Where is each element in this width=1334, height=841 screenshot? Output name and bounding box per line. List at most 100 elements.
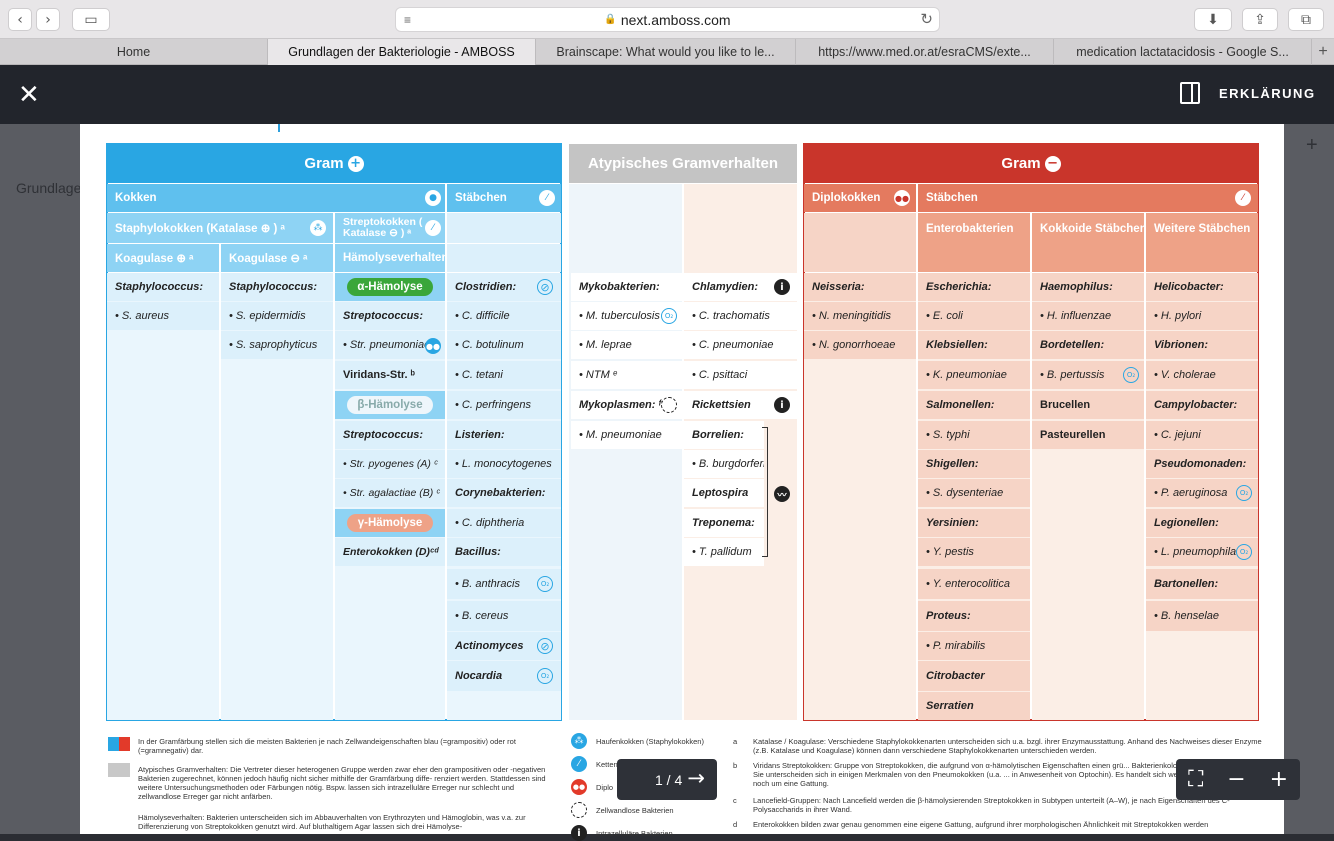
beta-haemolysis-pill: β-Hämolyse	[347, 396, 433, 414]
borrelien: Borrelien:	[684, 421, 764, 449]
shigellen: Shigellen:	[918, 450, 1030, 478]
gram-positive-title: Gram +	[107, 144, 561, 183]
tab-med-or[interactable]: https://www.med.or.at/esraCMS/exte...	[796, 39, 1054, 65]
c-trachomatis: • C. trachomatis	[684, 302, 797, 330]
fullscreen-icon[interactable]: ⛶	[1188, 767, 1203, 792]
staph-genus-2: Staphylococcus:	[221, 273, 333, 301]
next-page-arrow-icon[interactable]: →	[687, 766, 705, 790]
tab-amboss[interactable]: Grundlagen der Bakteriologie - AMBOSS	[268, 39, 536, 65]
strep-beta-genus: Streptococcus:	[335, 421, 445, 449]
leptospira: Leptospira	[684, 479, 764, 507]
erklaerung-button[interactable]: ERKLÄRUNG	[1219, 86, 1316, 101]
aerobic-icon: O₂	[1236, 485, 1252, 501]
tab-bar: Home Grundlagen der Bakteriologie - AMBO…	[0, 39, 1334, 65]
intracellular-icon: i	[571, 825, 587, 841]
s-saprophyticus: • S. saprophyticus	[221, 331, 333, 359]
legend-icon-haufenkokken: Haufenkokken (Staphylokokken)	[596, 737, 704, 746]
vibrionen: Vibrionen:	[1146, 331, 1258, 359]
tab-google[interactable]: medication lactatacidosis - Google S...	[1054, 39, 1312, 65]
legend-icon-zellwandlos: Zellwandlose Bakterien	[596, 806, 674, 815]
coccus-icon: ●	[425, 190, 441, 206]
enterobakterien-label: Enterobakterien	[926, 223, 1014, 235]
y-pestis: • Y. pestis	[918, 538, 1030, 566]
viewer-header	[0, 65, 1334, 124]
forward-button[interactable]: ›	[36, 8, 60, 31]
gram-negative-label: Gram	[1001, 155, 1041, 172]
enterobakterien-header: Enterobakterien	[918, 213, 1030, 272]
note-a: Katalase / Koagulase: Verschiedene Staph…	[753, 737, 1262, 755]
spirochete-icon: 〰	[774, 486, 790, 502]
alpha-haemolysis-pill: α-Hämolyse	[347, 278, 433, 296]
klebsiellen: Klebsiellen:	[918, 331, 1030, 359]
tab-home[interactable]: Home	[0, 39, 268, 65]
s-dysenteriae: • S. dysenteriae	[918, 479, 1030, 507]
citrobacter: Citrobacter	[918, 661, 1030, 691]
gn-rods-header: Stäbchen	[918, 184, 1258, 212]
koagulase-pos-header: Koagulase ⊕ ᵃ	[107, 244, 219, 272]
background-title: Grundlage	[16, 180, 82, 196]
address-bar[interactable]: ≡ 🔒 next.amboss.com ↻	[395, 7, 940, 32]
diplococcus-icon: ●●	[571, 779, 587, 795]
aerobic-icon: O₂	[1123, 367, 1139, 383]
intracellular-icon: i	[774, 279, 790, 295]
scroll-marker	[278, 124, 280, 132]
legend-atyp-text: Atypisches Gramverhalten: Die Vertreter …	[138, 765, 546, 801]
plus-circle-icon: +	[347, 155, 364, 172]
weitere-label: Weitere Stäbchen	[1154, 223, 1251, 235]
spirochete-bracket	[762, 427, 768, 557]
zoom-out-icon[interactable]: −	[1227, 767, 1245, 792]
bacillus: Bacillus:	[447, 538, 561, 566]
reload-icon[interactable]: ↻	[920, 10, 933, 28]
rod-icon: ⁄	[1235, 190, 1251, 206]
tabs-overview-icon[interactable]: ⧉	[1288, 8, 1324, 31]
v-cholerae: • V. cholerae	[1146, 361, 1258, 389]
enterokokken: Enterokokken (D)ᶜᵈ	[335, 538, 445, 566]
c-jejuni: • C. jejuni	[1146, 421, 1258, 449]
explanation-panel-icon[interactable]	[1180, 82, 1200, 104]
t-pallidum: • T. pallidum	[684, 538, 764, 566]
l-monocytogenes: • L. monocytogenes	[447, 450, 561, 478]
aerobic-icon: O₂	[537, 576, 553, 592]
minus-circle-icon: −	[1044, 155, 1061, 172]
legend-haem-text: Hämolyseverhalten: Bakterien unterscheid…	[138, 813, 526, 831]
s-epidermidis: • S. epidermidis	[221, 302, 333, 330]
haemolysis-header: Hämolyseverhalten	[335, 244, 445, 272]
b-henselae: • B. henselae	[1146, 601, 1258, 631]
corynebakterien: Corynebakterien:	[447, 479, 561, 507]
serratien: Serratien	[918, 692, 1030, 720]
kokken-header: Kokken	[107, 184, 445, 212]
download-icon[interactable]: ⬇	[1194, 8, 1232, 31]
tab-brainscape[interactable]: Brainscape: What would you like to le...	[536, 39, 796, 65]
e-coli: • E. coli	[918, 302, 1030, 330]
listerien: Listerien:	[447, 421, 561, 449]
new-tab-button[interactable]: +	[1312, 39, 1334, 64]
n-gonorrhoeae: • N. gonorrhoeae	[804, 331, 916, 359]
n-meningitidis: • N. meningitidis	[804, 302, 916, 330]
anaerobic-icon: ⊘	[537, 279, 553, 295]
koagulase-neg-header: Koagulase ⊖ ᵃ	[221, 244, 333, 272]
reader-icon[interactable]: ≡	[404, 13, 411, 27]
staph-genus-1: Staphylococcus:	[107, 273, 219, 301]
zoom-in-icon[interactable]: +	[1270, 767, 1288, 792]
pseudomonaden: Pseudomonaden:	[1146, 450, 1258, 478]
rod-icon: ⁄	[539, 190, 555, 206]
anaerobic-icon: ⊘	[537, 638, 553, 654]
p-mirabilis: • P. mirabilis	[918, 632, 1030, 660]
staph-header: Staphylokokken (Katalase ⊕ ) ᵃ	[107, 213, 333, 243]
cluster-icon: ⁂	[571, 733, 587, 749]
close-icon[interactable]: ✕	[18, 80, 40, 110]
c-psittaci: • C. psittaci	[684, 361, 797, 389]
share-icon[interactable]: ⇪	[1242, 8, 1278, 31]
sidebar-toggle-icon[interactable]: ▭	[72, 8, 110, 31]
note-key-a: a	[733, 737, 738, 746]
back-button[interactable]: ‹	[8, 8, 32, 31]
bordetellen: Bordetellen:	[1032, 331, 1144, 359]
s-typhi: • S. typhi	[918, 421, 1030, 449]
note-key-d: d	[733, 820, 738, 829]
page-indicator: 1 / 4 →	[617, 759, 717, 800]
background-plus-icon: +	[1306, 134, 1318, 156]
rods-label: Stäbchen	[455, 192, 507, 204]
gram-positive-label: Gram	[304, 155, 344, 172]
diplo-subheader-blank	[804, 213, 916, 272]
koagulase-pos-label: Koagulase ⊕ ᵃ	[115, 253, 194, 265]
